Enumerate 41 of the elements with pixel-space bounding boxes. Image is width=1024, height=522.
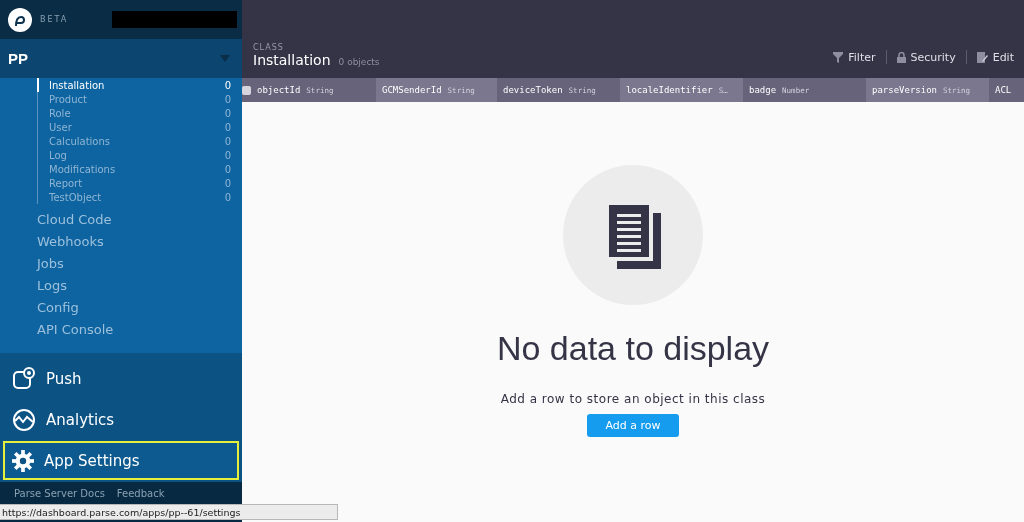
nav-item[interactable]: App Settings [3,441,239,480]
app-selector[interactable]: PP [0,39,242,78]
checkbox[interactable] [242,85,251,95]
object-count: 0 objects [338,57,380,67]
class-item[interactable]: Log 0 [37,148,242,162]
edit-icon [976,51,988,63]
class-item[interactable]: Role 0 [37,106,242,120]
sidebar-link[interactable]: Cloud Code [0,209,242,231]
edit-button[interactable]: Edit [976,50,1014,64]
nav-item[interactable]: Analytics [3,400,239,439]
sidebar-link[interactable]: Logs [0,275,242,297]
security-button[interactable]: Security [896,50,956,64]
empty-message: Add a row to store an object in this class [500,392,766,406]
class-item[interactable]: Modifications 0 [37,162,242,176]
class-item[interactable]: User 0 [37,120,242,134]
add-row-button[interactable]: Add a row [587,414,679,437]
filter-button[interactable]: Filter [833,50,876,64]
column-header[interactable]: ACL [989,78,1024,102]
empty-title: No data to display [496,329,770,368]
analytics-icon [12,407,36,432]
caret-icon [220,55,230,62]
sidebar-link[interactable]: API Console [0,319,242,341]
class-item[interactable]: TestObject 0 [37,190,242,204]
sidebar-link[interactable]: Jobs [0,253,242,275]
sidebar-link[interactable]: Webhooks [0,231,242,253]
nav-item[interactable]: Push [3,359,239,398]
footer-link[interactable]: Parse Server Docs [14,488,105,499]
class-item[interactable]: Report 0 [37,176,242,190]
class-item[interactable]: Product 0 [37,92,242,106]
push-icon [12,366,36,391]
lock-icon [896,51,906,63]
beta-label: BETA [40,15,69,24]
class-title: Installation [253,52,331,68]
settings-icon [12,449,34,472]
filter-icon [833,51,844,63]
logo-icon[interactable] [8,7,32,32]
footer-link[interactable]: Feedback [116,488,165,499]
section-label: CLASS [253,43,285,52]
status-url: https://dashboard.parse.com/apps/pp--61/settings [0,504,338,520]
class-item[interactable]: Calculations 0 [37,134,242,148]
sidebar-link[interactable]: Config [0,297,242,319]
